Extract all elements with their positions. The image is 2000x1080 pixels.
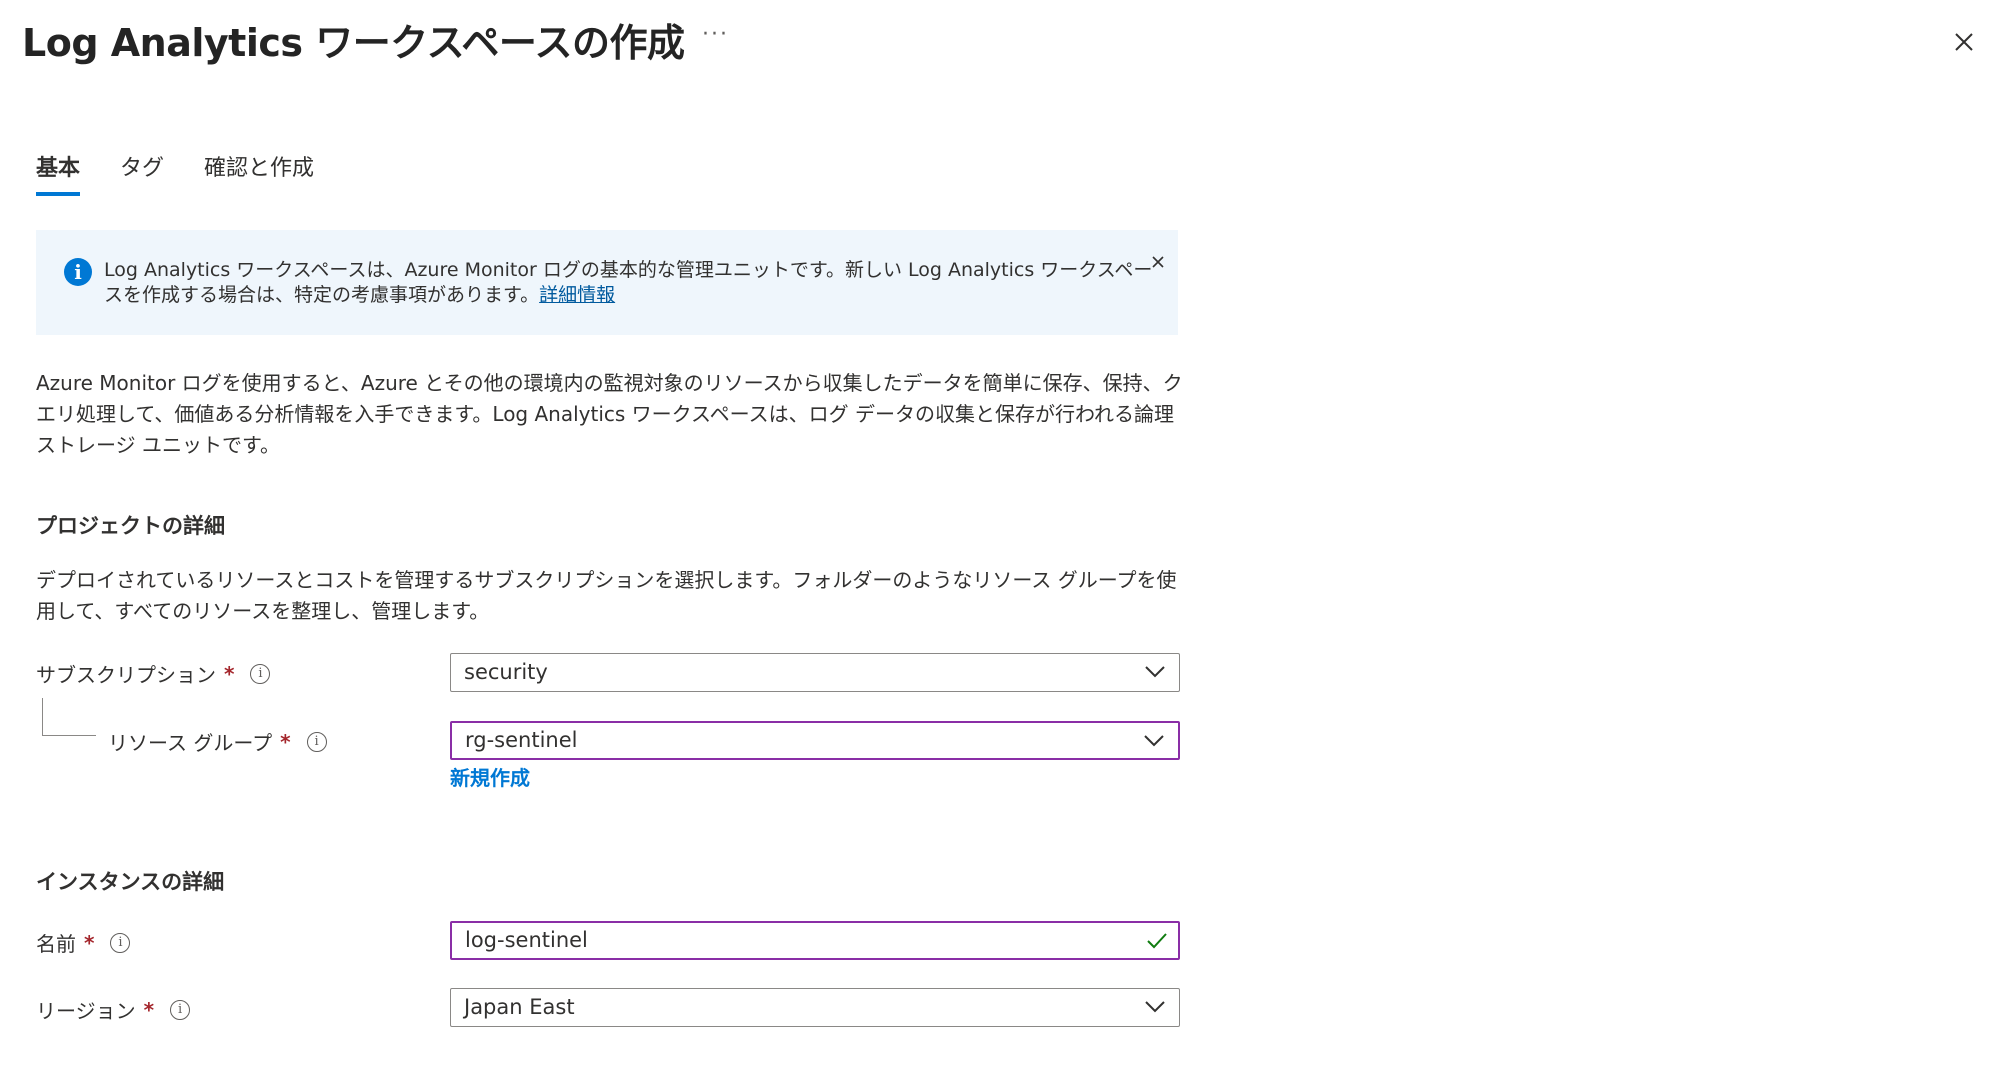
- resource-group-label: リソース グループ * i: [108, 727, 327, 756]
- subscription-label-text: サブスクリプション: [36, 663, 216, 687]
- tree-connector: [42, 698, 96, 736]
- checkmark-icon: [1147, 933, 1167, 949]
- name-label: 名前 * i: [36, 928, 131, 957]
- region-value: Japan East: [464, 995, 575, 1019]
- learn-more-link[interactable]: 詳細情報: [539, 284, 615, 306]
- page-description: Azure Monitor ログを使用すると、Azure とその他の環境内の監視…: [36, 371, 1183, 457]
- workspace-name-input[interactable]: log-sentinel: [450, 921, 1180, 960]
- info-tooltip-icon[interactable]: i: [110, 932, 131, 953]
- required-marker: *: [280, 729, 291, 754]
- info-tooltip-icon[interactable]: i: [306, 731, 327, 752]
- workspace-name-value: log-sentinel: [465, 928, 588, 952]
- chevron-down-icon: [1145, 1001, 1165, 1013]
- required-marker: *: [143, 997, 155, 1022]
- banner-message: Log Analytics ワークスペースは、Azure Monitor ログの…: [104, 259, 1153, 306]
- resource-group-label-text: リソース グループ: [108, 731, 273, 755]
- resource-group-dropdown[interactable]: rg-sentinel: [450, 721, 1180, 760]
- close-button[interactable]: [1944, 22, 1984, 62]
- name-label-text: 名前: [36, 932, 76, 956]
- instance-details-heading: インスタンスの詳細: [36, 870, 225, 894]
- tab-tags[interactable]: タグ: [120, 150, 164, 196]
- page-title: Log Analytics ワークスペースの作成: [22, 21, 685, 65]
- dismiss-banner-button[interactable]: [1144, 248, 1172, 276]
- project-details-heading: プロジェクトの詳細: [36, 514, 225, 538]
- region-dropdown[interactable]: Japan East: [450, 988, 1180, 1027]
- region-label: リージョン * i: [36, 995, 191, 1024]
- subscription-value: security: [464, 660, 548, 684]
- tab-review-create[interactable]: 確認と作成: [204, 150, 314, 196]
- tab-list: 基本 タグ 確認と作成: [36, 150, 354, 196]
- info-tooltip-icon[interactable]: i: [170, 999, 191, 1020]
- project-details-description: デプロイされているリソースとコストを管理するサブスクリプションを選択します。フォ…: [36, 568, 1177, 623]
- region-label-text: リージョン: [36, 999, 136, 1023]
- close-icon: [1955, 33, 1973, 51]
- close-icon: [1152, 256, 1164, 268]
- info-tooltip-icon[interactable]: i: [250, 663, 271, 684]
- required-marker: *: [224, 661, 235, 686]
- required-marker: *: [84, 930, 95, 955]
- info-banner: i Log Analytics ワークスペースは、Azure Monitor ロ…: [36, 230, 1178, 335]
- resource-group-value: rg-sentinel: [465, 728, 578, 752]
- chevron-down-icon: [1144, 735, 1164, 747]
- subscription-label: サブスクリプション * i: [36, 659, 271, 688]
- tab-basics[interactable]: 基本: [36, 150, 81, 196]
- info-icon: i: [64, 258, 92, 286]
- banner-text: Log Analytics ワークスペースは、Azure Monitor ログの…: [104, 258, 1164, 308]
- ellipsis-icon: ···: [702, 22, 729, 47]
- subscription-dropdown[interactable]: security: [450, 653, 1180, 692]
- more-options-button[interactable]: ···: [702, 22, 729, 47]
- chevron-down-icon: [1145, 666, 1165, 678]
- create-new-resource-group-link[interactable]: 新規作成: [450, 762, 530, 791]
